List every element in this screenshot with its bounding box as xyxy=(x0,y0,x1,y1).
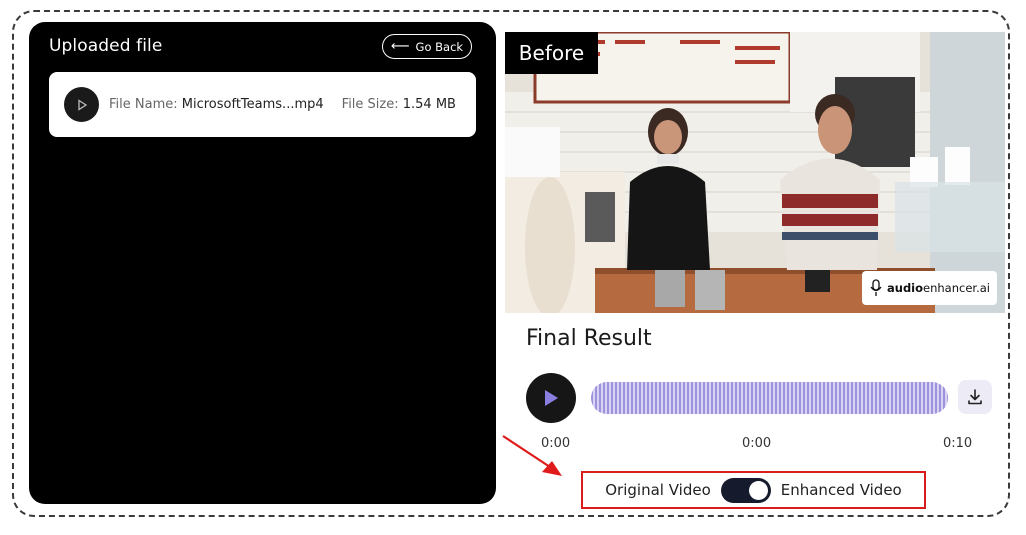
uploaded-file-panel: Uploaded file ⟵ Go Back File Name: Micro… xyxy=(29,22,496,504)
watermark-bold: audio xyxy=(887,281,924,295)
download-icon xyxy=(968,389,982,405)
enhanced-video-label[interactable]: Enhanced Video xyxy=(781,481,902,499)
file-name-label: File Name: xyxy=(109,97,178,112)
time-end: 0:10 xyxy=(943,436,973,451)
file-size: File Size: 1.54 MB xyxy=(342,97,456,112)
go-back-button[interactable]: ⟵ Go Back xyxy=(382,34,472,59)
before-badge: Before xyxy=(505,32,598,74)
play-icon xyxy=(77,98,87,111)
play-icon xyxy=(545,390,558,406)
file-size-value: 1.54 MB xyxy=(402,97,456,112)
video-toggle-switch[interactable] xyxy=(720,477,771,503)
video-preview[interactable]: Before audioenhancer.ai xyxy=(505,32,1005,313)
watermark-logo: audioenhancer.ai xyxy=(862,271,997,305)
file-card: File Name: MicrosoftTeams...mp4 File Siz… xyxy=(49,72,476,137)
final-result-title: Final Result xyxy=(526,326,652,351)
watermark-rest: enhancer.ai xyxy=(923,281,990,295)
time-current: 0:00 xyxy=(742,436,772,451)
play-button[interactable] xyxy=(526,373,576,423)
file-play-button[interactable] xyxy=(64,87,99,122)
audio-waveform[interactable] xyxy=(591,382,948,414)
original-video-label[interactable]: Original Video xyxy=(605,481,711,499)
download-button[interactable] xyxy=(958,380,992,414)
file-name-value: MicrosoftTeams...mp4 xyxy=(181,97,324,112)
toggle-knob xyxy=(748,480,768,500)
go-back-label: Go Back xyxy=(415,39,464,54)
red-arrow-annotation xyxy=(502,435,562,476)
file-size-label: File Size: xyxy=(341,97,399,112)
video-toggle-box: Original Video Enhanced Video xyxy=(581,471,926,509)
file-name: File Name: MicrosoftTeams...mp4 xyxy=(109,97,324,112)
panel-title: Uploaded file xyxy=(49,36,163,56)
arrow-left-icon: ⟵ xyxy=(390,39,410,54)
microphone-icon xyxy=(870,279,882,296)
